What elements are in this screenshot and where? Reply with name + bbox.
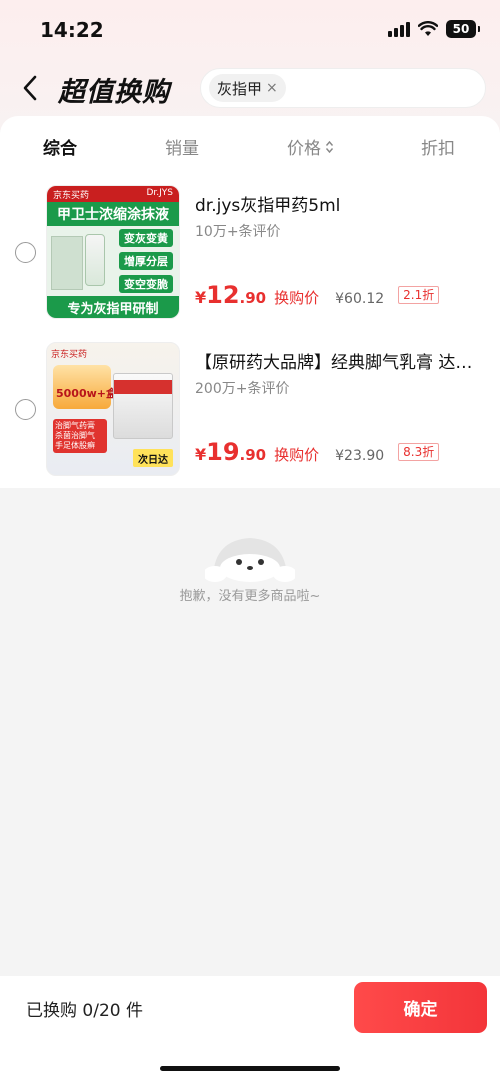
tab-price[interactable]: 价格 [287, 134, 334, 159]
status-time: 14:22 [40, 18, 104, 42]
page-header: 超值换购 灰指甲 × [0, 62, 500, 114]
image-brand-label: Dr.JYS [146, 188, 173, 198]
image-tag: 变灰变黄 [119, 229, 173, 247]
cellular-signal-icon [388, 21, 410, 37]
image-tag: 变空变脆 [119, 275, 173, 293]
select-radio[interactable] [15, 399, 36, 420]
tab-label: 综合 [43, 139, 77, 159]
next-day-badge: 次日达 [133, 449, 173, 467]
product-reviews: 200万+条评价 [195, 381, 290, 397]
confirm-button[interactable]: 确定 [354, 982, 487, 1033]
price-symbol: ¥ [195, 445, 207, 464]
promo-text: 5000w+盒 [56, 387, 117, 400]
original-price: ¥23.90 [335, 448, 385, 464]
price-integer: 12 [206, 281, 240, 309]
empty-state-text: 抱歉，没有更多商品啦~ [179, 589, 321, 604]
tab-label: 价格 [287, 139, 321, 159]
status-bar: 14:22 50 [0, 0, 500, 60]
sort-tabs: 综合 销量 价格 折扣 [0, 116, 500, 176]
ointment-tube-icon [113, 373, 173, 439]
package-box [51, 236, 83, 290]
original-price: ¥60.12 [335, 291, 385, 307]
select-radio[interactable] [15, 242, 36, 263]
product-item[interactable]: 京东买药 Dr.JYS 甲卫士浓缩涂抹液 变灰变黄 增厚分层 变空变脆 专为灰指… [0, 185, 500, 321]
product-title[interactable]: dr.jys灰指甲药5ml [195, 191, 475, 216]
image-store-label: 京东买药 [51, 350, 88, 360]
empty-mascot-icon [205, 538, 295, 582]
image-store-label: 京东买药 [53, 191, 90, 201]
wifi-icon [418, 21, 438, 36]
image-body: 变灰变黄 增厚分层 变空变脆 [47, 226, 179, 298]
price-row: ¥ 19 .90 换购价 ¥23.90 8.3折 [195, 438, 440, 466]
image-headline: 甲卫士浓缩涂抹液 [47, 202, 179, 226]
feature-list: 治脚气药膏 杀菌治脚气 手足体股癣 [53, 419, 107, 453]
product-image[interactable]: 京东买药 Dr.JYS 甲卫士浓缩涂抹液 变灰变黄 增厚分层 变空变脆 专为灰指… [46, 185, 180, 319]
back-button[interactable] [14, 70, 46, 106]
promo-badge: 5000w+盒 [53, 365, 117, 409]
search-box[interactable]: 灰指甲 × [200, 68, 486, 108]
price-decimal: .90 [239, 446, 267, 464]
exchanged-count: 已换购 0/20 件 [26, 1001, 143, 1021]
battery-icon: 50 [446, 20, 480, 38]
price-integer: 19 [206, 438, 240, 466]
product-title[interactable]: 【原研药大品牌】经典脚气乳膏 达… [195, 348, 475, 373]
discount-badge: 8.3折 [398, 443, 440, 461]
status-icons: 50 [388, 20, 480, 38]
price-symbol: ¥ [195, 288, 207, 307]
page-title: 超值换购 [58, 77, 170, 108]
tab-sales[interactable]: 销量 [165, 134, 199, 159]
price-label: 换购价 [274, 289, 320, 307]
image-tag: 增厚分层 [119, 252, 173, 270]
product-reviews: 10万+条评价 [195, 224, 281, 240]
home-indicator[interactable] [160, 1066, 340, 1071]
image-topbar: 京东买药 Dr.JYS [47, 186, 179, 202]
product-image[interactable]: 京东买药 5000w+盒 治脚气药膏 杀菌治脚气 手足体股癣 次日达 [46, 342, 180, 476]
bottle-icon [85, 234, 105, 286]
price-row: ¥ 12 .90 换购价 ¥60.12 2.1折 [195, 281, 440, 309]
price-label: 换购价 [274, 446, 320, 464]
close-icon[interactable]: × [266, 80, 278, 96]
tab-comprehensive[interactable]: 综合 [43, 134, 77, 159]
tab-label: 折扣 [421, 139, 455, 159]
tab-discount[interactable]: 折扣 [421, 134, 455, 159]
sort-arrows-icon [325, 140, 334, 153]
tab-label: 销量 [165, 139, 199, 159]
chevron-left-icon [23, 75, 37, 101]
image-footer: 专为灰指甲研制 [47, 296, 179, 318]
product-item[interactable]: 京东买药 5000w+盒 治脚气药膏 杀菌治脚气 手足体股癣 次日达 【原研药大… [0, 342, 500, 478]
discount-badge: 2.1折 [398, 286, 440, 304]
search-chip[interactable]: 灰指甲 × [209, 74, 286, 102]
price-decimal: .90 [239, 289, 267, 307]
product-list-card: 综合 销量 价格 折扣 京东买药 Dr.JYS 甲卫士浓缩涂抹液 变灰变黄 增厚… [0, 116, 500, 488]
search-chip-label: 灰指甲 [217, 79, 263, 98]
